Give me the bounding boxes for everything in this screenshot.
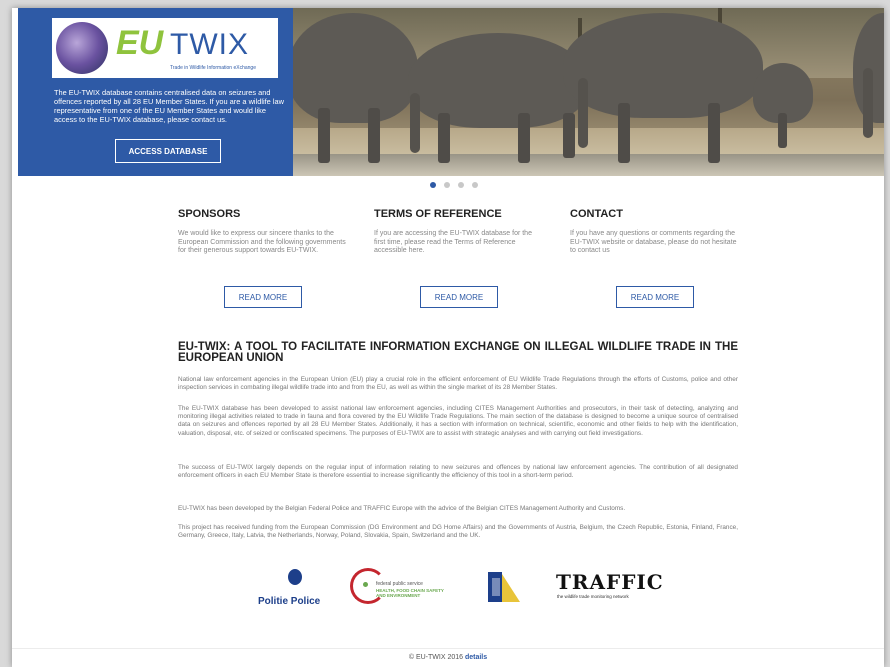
carousel-dot-1[interactable]	[430, 182, 436, 188]
sponsors-section: SPONSORS We would like to express our si…	[178, 208, 348, 308]
sponsors-text: We would like to express our sincere tha…	[178, 230, 346, 255]
elephant-leg	[778, 113, 787, 148]
footer: © EU-TWIX 2016 details	[12, 654, 884, 661]
elephant-leg	[708, 103, 720, 163]
logo-tagline: Trade in Wildlife Information eXchange	[170, 65, 256, 71]
main-paragraph: The success of EU-TWIX largely depends o…	[178, 464, 738, 480]
main-paragraph: The EU-TWIX database has been developed …	[178, 405, 738, 437]
traffic-logo-text[interactable]: TRAFFIC	[556, 570, 664, 594]
hero-banner: EU TWIX Trade in Wildlife Information eX…	[18, 8, 884, 176]
traffic-logo-tagline: the wildlife trade monitoring network	[557, 594, 629, 599]
elephant-leg	[368, 108, 380, 163]
eutwix-logo[interactable]: EU TWIX Trade in Wildlife Information eX…	[52, 18, 278, 78]
elephant-trunk	[410, 93, 420, 153]
elephant-leg	[618, 103, 630, 163]
fps-logo-dot	[363, 582, 368, 587]
sponsors-title: SPONSORS	[178, 208, 241, 220]
logo-twix-text: TWIX	[170, 28, 249, 61]
main-heading: EU-TWIX: A TOOL TO FACILITATE INFORMATIO…	[178, 341, 738, 364]
terms-of-reference-section: TERMS OF REFERENCE If you are accessing …	[374, 208, 544, 308]
main-paragraph: National law enforcement agencies in the…	[178, 376, 738, 392]
carousel-dot-4[interactable]	[472, 182, 478, 188]
elephant-trunk	[578, 78, 588, 148]
logo-eu-text: EU	[116, 24, 164, 62]
elephant-leg	[318, 108, 330, 163]
main-paragraph: This project has received funding from t…	[178, 524, 738, 540]
cites-authority-logo-icon[interactable]	[486, 568, 522, 604]
contact-text: If you have any questions or comments re…	[570, 230, 737, 255]
sponsors-read-more-button[interactable]: READ MORE	[224, 286, 302, 308]
elephant-image	[288, 13, 418, 123]
police-logo-icon	[288, 569, 302, 585]
hero-description: The EU-TWIX database contains centralise…	[54, 88, 284, 124]
carousel-dot-3[interactable]	[458, 182, 464, 188]
elephant-leg	[518, 113, 530, 163]
hero-info-panel: EU TWIX Trade in Wildlife Information eX…	[18, 8, 293, 176]
access-database-button[interactable]: ACCESS DATABASE	[115, 139, 221, 163]
fps-logo-text[interactable]: federal public service	[376, 581, 423, 587]
carousel-dot-2[interactable]	[444, 182, 450, 188]
main-paragraph: EU-TWIX has been developed by the Belgia…	[178, 505, 626, 512]
terms-of-reference-title: TERMS OF REFERENCE	[374, 208, 502, 220]
logo-emblem-icon	[56, 22, 108, 74]
contact-section: CONTACT If you have any questions or com…	[570, 208, 740, 308]
footer-details-link[interactable]: details	[465, 654, 487, 661]
page: EU TWIX Trade in Wildlife Information eX…	[12, 8, 884, 667]
police-logo-text[interactable]: Politie Police	[258, 596, 320, 607]
terms-of-reference-text: If you are accessing the EU-TWIX databas…	[374, 230, 532, 255]
contact-title: CONTACT	[570, 208, 623, 220]
footer-copyright: © EU-TWIX 2016	[408, 654, 464, 661]
footer-divider	[12, 648, 884, 649]
elephant-leg	[563, 113, 575, 158]
carousel-indicators	[430, 182, 478, 188]
elephant-leg	[438, 113, 450, 163]
elephant-trunk	[863, 68, 873, 138]
elephant-image	[563, 13, 763, 118]
fps-logo-subtext: HEALTH, FOOD CHAIN SAFETY AND ENVIRONMEN…	[376, 588, 444, 598]
elephant-image	[408, 33, 588, 128]
terms-read-more-button[interactable]: READ MORE	[420, 286, 498, 308]
contact-read-more-button[interactable]: READ MORE	[616, 286, 694, 308]
